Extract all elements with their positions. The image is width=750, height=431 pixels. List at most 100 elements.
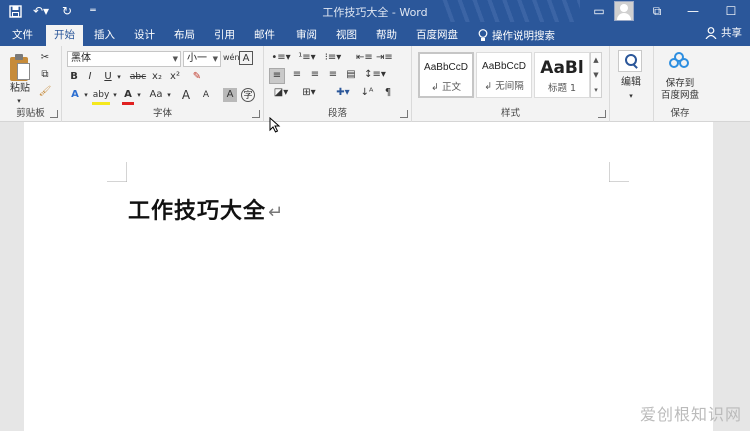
format-painter-icon[interactable]: 🖌 [38,85,52,99]
styles-launcher-icon[interactable] [598,110,606,118]
underline-button[interactable]: U [102,70,114,84]
copy-icon[interactable]: ⧉ [38,68,52,82]
ribbon-tabs: 文件 开始 插入 设计 布局 引用 邮件 审阅 视图 帮助 百度网盘 操作说明搜… [0,22,750,46]
font-name-value: 黑体 [71,53,91,64]
character-border-icon[interactable]: A [239,51,253,65]
user-avatar[interactable] [614,1,634,21]
editing-group: 编辑 ▾ [610,46,654,122]
editing-button[interactable]: 编辑 [616,76,646,90]
margin-corner-top-right [609,162,629,182]
superscript-button[interactable]: x² [168,70,182,84]
tab-home[interactable]: 开始 [46,25,83,46]
style-sample: AaBl [540,58,584,78]
style-normal[interactable]: AaBbCcD ↲ 正文 [418,52,474,98]
font-group: 黑体 ▼ 小一 ▼ wén A B I U ▾ abc x₂ x² ✎ A ▾ … [62,46,264,122]
document-heading[interactable]: 工作技巧大全 ↵ [128,193,284,225]
tab-design[interactable]: 设计 [126,25,163,46]
style-name: ↲ 正文 [431,82,461,93]
numbering-icon[interactable]: ¹≡▾ [296,51,318,65]
ribbon: 粘贴 ▾ ✂ ⧉ 🖌 剪贴板 黑体 ▼ 小一 ▼ wén A B I U ▾ a… [0,46,750,122]
shading-icon[interactable]: ◪▾ [270,86,292,100]
vertical-scrollbar[interactable] [713,122,750,431]
underline-dropdown-icon[interactable]: ▾ [115,70,123,84]
styles-gallery-scroll[interactable]: ▲ ▼ ▾ [590,52,602,98]
chevron-down-icon[interactable]: ▼ [593,71,598,79]
font-color-button[interactable]: A [122,88,134,105]
grow-font-button[interactable]: A [180,88,192,102]
align-center-icon[interactable]: ≡ [289,68,305,82]
editing-dropdown-icon[interactable]: ▾ [626,89,636,103]
font-launcher-icon[interactable] [252,110,260,118]
chinese-layout-icon[interactable]: ✚▾ [332,86,354,100]
subscript-button[interactable]: x₂ [150,70,164,84]
justify-icon[interactable]: ≡ [325,68,341,82]
text-effects-dropdown-icon[interactable]: ▾ [82,88,90,102]
clipboard-launcher-icon[interactable] [50,110,58,118]
borders-icon[interactable]: ⊞▾ [298,86,320,100]
style-heading-1[interactable]: AaBl 标题 1 [534,52,590,98]
decrease-indent-icon[interactable]: ⇤≡ [356,51,373,65]
maximize-icon[interactable]: ☐ [712,0,750,22]
tab-review[interactable]: 审阅 [288,25,325,46]
margin-corner-top-left [107,162,127,182]
text-effects-icon[interactable]: A [68,88,82,102]
font-color-dropdown-icon[interactable]: ▾ [135,88,143,102]
align-right-icon[interactable]: ≡ [307,68,323,82]
tab-insert[interactable]: 插入 [86,25,123,46]
show-hide-marks-icon[interactable]: ¶ [382,86,394,100]
cut-icon[interactable]: ✂ [38,51,52,65]
tab-mailings[interactable]: 邮件 [246,25,283,46]
style-sample: AaBbCcD [424,62,468,73]
clear-formatting-icon[interactable]: ✎ [190,70,204,84]
change-case-dropdown-icon[interactable]: ▾ [165,88,173,102]
font-size-select[interactable]: 小一 ▼ [183,51,221,67]
chevron-down-icon: ▼ [212,55,218,63]
highlight-color-icon[interactable]: aby [92,88,110,105]
chevron-up-icon[interactable]: ▲ [593,56,598,64]
tab-references[interactable]: 引用 [206,25,243,46]
tab-help[interactable]: 帮助 [368,25,405,46]
tell-me-search[interactable]: 操作说明搜索 [470,25,563,46]
increase-indent-icon[interactable]: ⇥≡ [376,51,393,65]
window-controls: ▭ ⧉ — ☐ [584,0,750,22]
paste-icon[interactable] [8,54,30,82]
strikethrough-button[interactable]: abc [128,70,148,84]
search-icon[interactable] [618,50,642,72]
bullets-icon[interactable]: •≡▾ [270,51,292,65]
highlight-dropdown-icon[interactable]: ▾ [111,88,119,102]
paragraph-group-label: 段落 [327,108,347,119]
ribbon-display-options-icon[interactable]: ▭ [584,0,614,22]
shrink-font-button[interactable]: A [200,88,212,102]
paragraph-group: •≡▾ ¹≡▾ ⁝≡▾ ⇤≡ ⇥≡ ≡ ≡ ≡ ≡ ▤ ↕≡▾ ◪▾ ⊞▾ ✚▾… [264,46,412,122]
font-name-select[interactable]: 黑体 ▼ [67,51,181,67]
line-spacing-icon[interactable]: ↕≡▾ [364,68,386,82]
font-size-value: 小一 [187,53,207,64]
baidu-cloud-icon[interactable] [669,52,691,74]
sort-icon[interactable]: ↓ᴬ [360,86,374,100]
minimize-icon[interactable]: — [674,0,712,22]
more-icon[interactable]: ▾ [594,86,598,94]
distributed-icon[interactable]: ▤ [343,68,359,82]
phonetic-guide-icon[interactable]: wén [223,51,240,65]
character-shading-icon[interactable]: A [223,88,237,102]
heading-text: 工作技巧大全 [128,199,267,224]
display-icon[interactable]: ⧉ [640,0,674,22]
tab-file[interactable]: 文件 [4,25,41,46]
style-no-spacing[interactable]: AaBbCcD ↲ 无间隔 [476,52,532,98]
save-to-baidu-button[interactable]: 保存到 百度网盘 [656,78,704,102]
tab-layout[interactable]: 布局 [166,25,203,46]
lightbulb-icon [478,29,488,41]
multilevel-list-icon[interactable]: ⁝≡▾ [322,51,344,65]
tab-view[interactable]: 视图 [328,25,365,46]
enclose-characters-icon[interactable]: 字 [241,88,255,102]
tab-baidu-netdisk[interactable]: 百度网盘 [408,25,466,46]
change-case-button[interactable]: Aa [148,88,164,102]
align-left-icon[interactable]: ≡ [269,68,285,84]
paragraph-launcher-icon[interactable] [400,110,408,118]
bold-button[interactable]: B [68,70,80,84]
title-bar: ↶▾ ↻ ═ 工作技巧大全 - Word ▭ ⧉ — ☐ [0,0,750,22]
share-button[interactable]: 共享 [705,25,742,40]
clipboard-group: 粘贴 ▾ ✂ ⧉ 🖌 剪贴板 [0,46,62,122]
document-page[interactable] [24,122,713,431]
italic-button[interactable]: I [84,70,96,84]
